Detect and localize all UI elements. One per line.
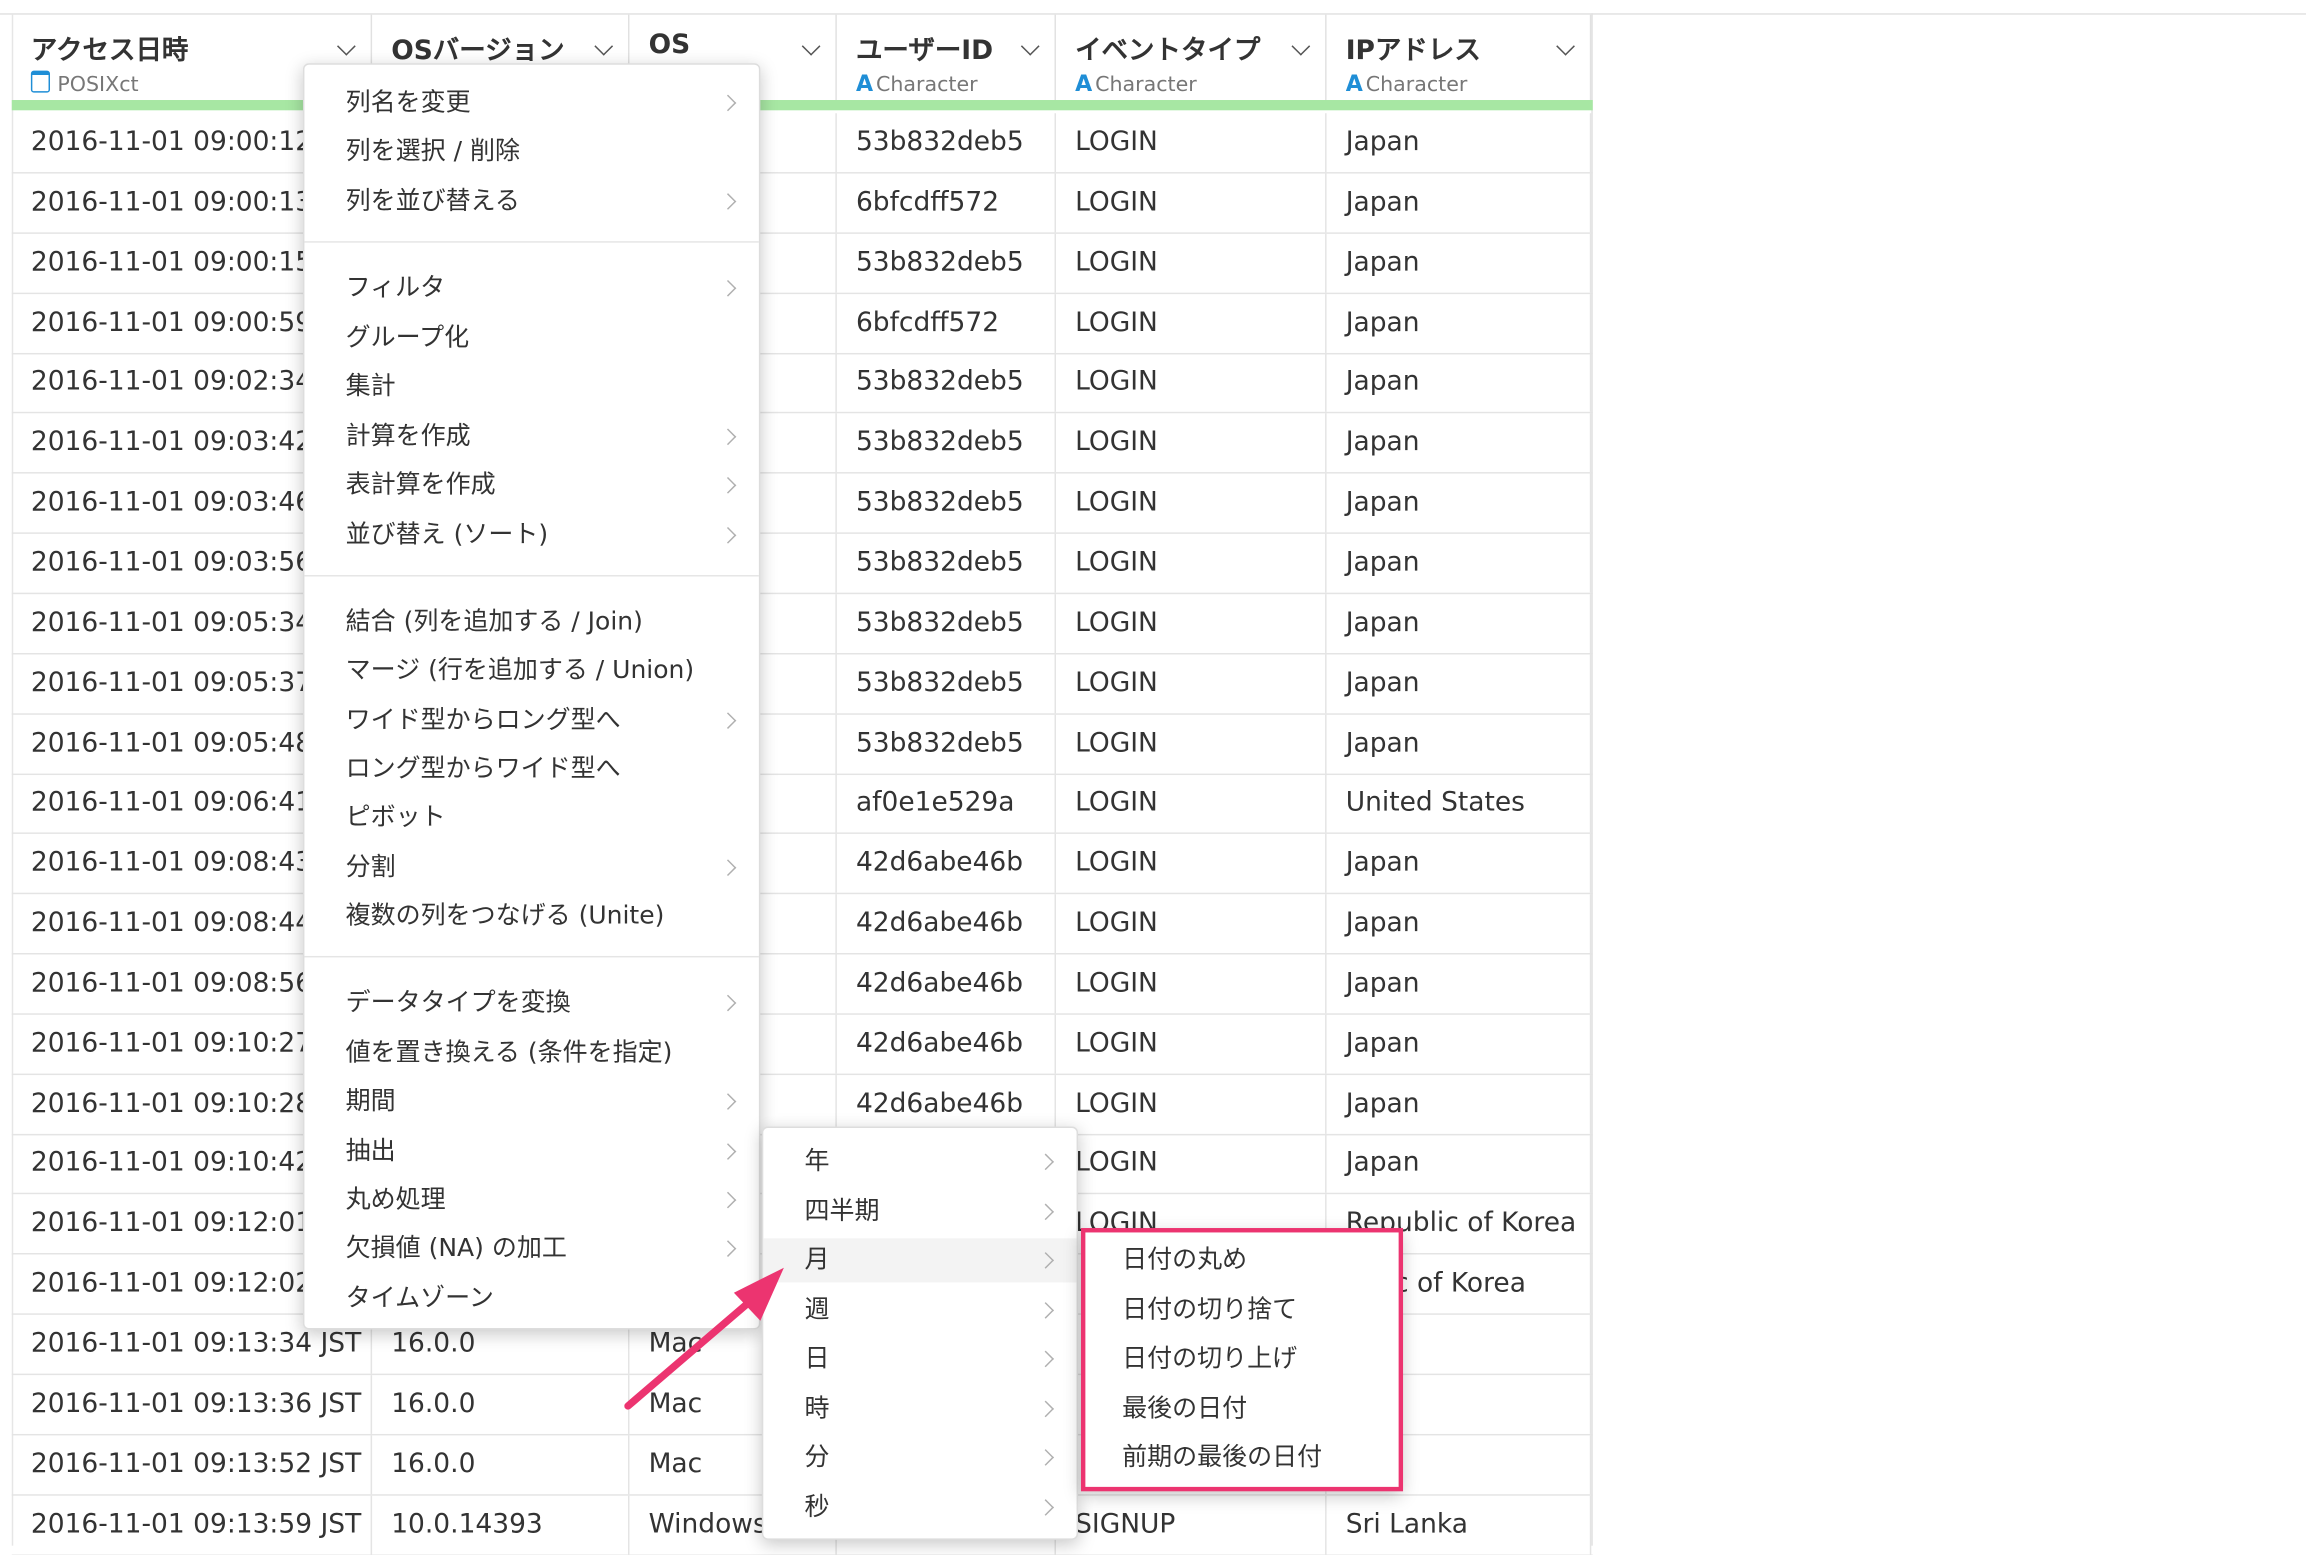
- annotation-arrow-icon: [624, 1267, 784, 1410]
- data-grid-screen: アクセス日時POSIXctOSバージョンOSerユーザーIDACharacter…: [0, 0, 2306, 1555]
